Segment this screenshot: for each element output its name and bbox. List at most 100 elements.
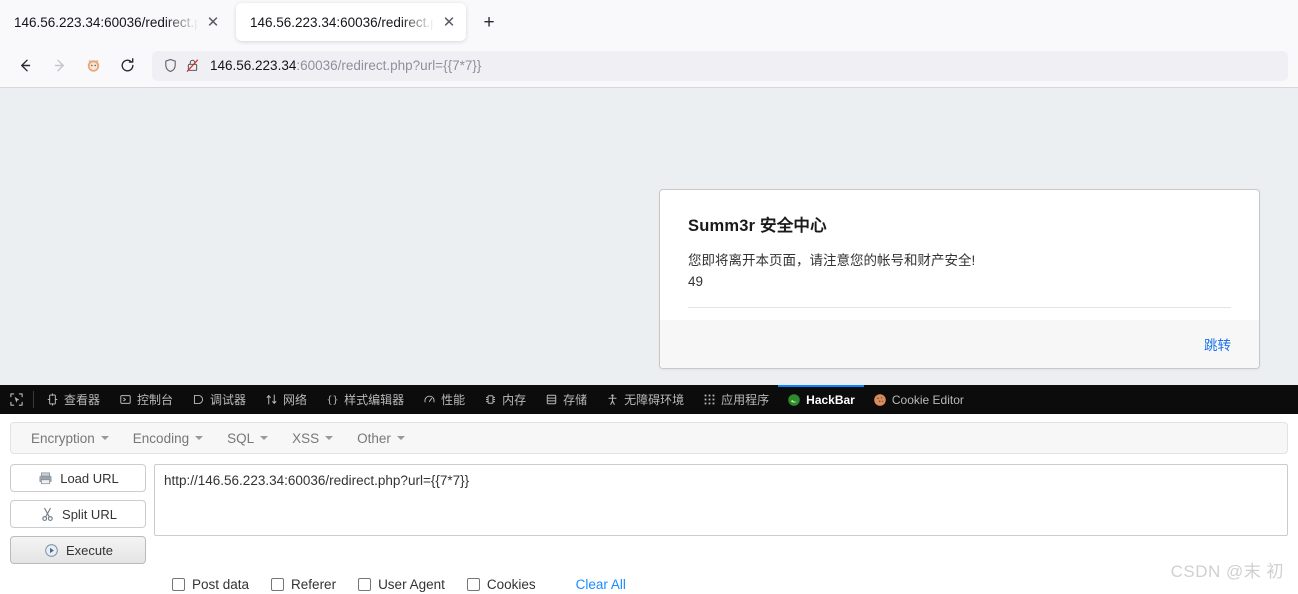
devtools-tab-debugger[interactable]: 调试器 — [182, 385, 255, 414]
split-url-button[interactable]: Split URL — [10, 500, 146, 528]
network-icon — [264, 393, 278, 407]
new-tab-button[interactable]: + — [474, 8, 504, 38]
devtools-tab-label: Cookie Editor — [891, 392, 964, 407]
svg-text:{}: {} — [326, 395, 338, 406]
chevron-down-icon — [195, 436, 204, 440]
menu-other[interactable]: Other — [345, 431, 417, 446]
address-bar[interactable]: 146.56.223.34:60036/redirect.php?url={{7… — [152, 50, 1288, 81]
security-notice-card: Summ3r 安全中心 您即将离开本页面，请注意您的帐号和财产安全! 49 跳转 — [659, 189, 1260, 369]
back-icon[interactable] — [10, 51, 40, 81]
checkbox-box[interactable] — [172, 578, 185, 591]
devtools-tab-inspector[interactable]: 查看器 — [36, 385, 109, 414]
menu-label: SQL — [227, 430, 255, 446]
button-label: Execute — [66, 542, 113, 558]
hackbar-panel: Encryption Encoding SQL XSS Other Load U… — [0, 414, 1298, 594]
devtools-tab-label: 查看器 — [64, 393, 101, 407]
url-path: :60036/redirect.php?url={{7*7}} — [296, 58, 482, 73]
checkbox-box[interactable] — [271, 578, 285, 591]
load-url-icon — [37, 470, 53, 486]
page-viewport: Summ3r 安全中心 您即将离开本页面，请注意您的帐号和财产安全! 49 跳转 — [0, 88, 1298, 385]
lock-crossed-icon[interactable] — [182, 56, 202, 76]
clear-all-link[interactable]: Clear All — [576, 577, 626, 592]
devtools-tab-label: HackBar — [806, 392, 855, 407]
devtools-tab-cookie-editor[interactable]: Cookie Editor — [864, 385, 973, 414]
devtools-tabbar: 查看器 控制台 调试器 网络 {} 样式编辑器 性能 内存 存储 无障碍环境 应… — [0, 385, 1298, 414]
devtools-tab-label: 调试器 — [210, 393, 247, 407]
tab-title: 146.56.223.34:60036/redirect.php — [250, 14, 438, 30]
close-icon[interactable]: ✕ — [204, 13, 222, 31]
devtools-tab-label: 内存 — [502, 393, 527, 407]
menu-label: Encryption — [31, 430, 95, 446]
shield-icon[interactable] — [160, 56, 180, 76]
devtools-tab-performance[interactable]: 性能 — [413, 385, 474, 414]
application-icon — [702, 393, 716, 407]
browser-tab-2[interactable]: 146.56.223.34:60036/redirect.php ✕ — [236, 3, 466, 41]
devtools-tab-accessibility[interactable]: 无障碍环境 — [596, 385, 693, 414]
devtools-tab-style-editor[interactable]: {} 样式编辑器 — [316, 385, 413, 414]
hackbar-menubar: Encryption Encoding SQL XSS Other — [10, 422, 1288, 454]
hackbar-main: Load URL Split URL Execute — [0, 454, 1298, 564]
hackbar-button-column: Load URL Split URL Execute — [10, 464, 146, 564]
menu-xss[interactable]: XSS — [280, 431, 345, 446]
devtools-tab-console[interactable]: 控制台 — [109, 385, 182, 414]
memory-icon — [483, 393, 497, 407]
button-label: Split URL — [62, 506, 117, 522]
checkbox-label: Referer — [291, 577, 337, 592]
execute-play-icon — [43, 542, 59, 558]
devtools-tab-label: 存储 — [563, 393, 588, 407]
forward-icon[interactable] — [44, 51, 74, 81]
url-text: 146.56.223.34:60036/redirect.php?url={{7… — [210, 58, 481, 73]
split-url-icon — [39, 506, 55, 522]
divider — [688, 306, 1231, 308]
jump-link[interactable]: 跳转 — [1204, 334, 1231, 354]
devtools-tab-hackbar[interactable]: HackBar — [778, 385, 864, 414]
devtools-tab-label: 无障碍环境 — [624, 393, 685, 407]
toolbar-divider — [33, 391, 34, 408]
checkbox-referer[interactable]: Referer — [271, 577, 336, 592]
performance-icon — [422, 393, 436, 407]
checkbox-user-agent[interactable]: User Agent — [358, 577, 445, 592]
checkbox-label: Cookies — [486, 577, 536, 592]
checkbox-box[interactable] — [466, 578, 480, 591]
checkbox-post-data[interactable]: Post data — [172, 577, 249, 592]
devtools-tab-memory[interactable]: 内存 — [474, 385, 535, 414]
close-icon[interactable]: ✕ — [440, 13, 458, 31]
tab-strip: 146.56.223.34:60036/redirect.php ✕ 146.5… — [0, 0, 1298, 44]
page-title: Summ3r 安全中心 — [688, 217, 827, 235]
execute-button[interactable]: Execute — [10, 536, 146, 564]
reload-icon[interactable] — [112, 51, 142, 81]
hackbar-icon — [787, 393, 801, 407]
chevron-down-icon — [325, 436, 334, 440]
menu-label: XSS — [292, 430, 320, 446]
menu-label: Encoding — [132, 430, 190, 446]
navigation-bar: 146.56.223.34:60036/redirect.php?url={{7… — [0, 44, 1298, 88]
chevron-down-icon — [260, 436, 269, 440]
devtools-tab-label: 样式编辑器 — [344, 393, 405, 407]
checkbox-box[interactable] — [358, 578, 372, 591]
menu-encryption[interactable]: Encryption — [19, 431, 121, 446]
devtools-tab-label: 应用程序 — [721, 393, 770, 407]
card-footer: 跳转 — [660, 319, 1259, 368]
checkbox-label: User Agent — [378, 577, 445, 592]
menu-encoding[interactable]: Encoding — [121, 431, 215, 446]
devtools-tab-label: 控制台 — [137, 393, 174, 407]
menu-sql[interactable]: SQL — [215, 431, 280, 446]
url-input[interactable] — [154, 464, 1288, 536]
element-picker-icon[interactable] — [4, 385, 31, 414]
browser-tab-1[interactable]: 146.56.223.34:60036/redirect.php ✕ — [0, 3, 230, 41]
card-body: Summ3r 安全中心 您即将离开本页面，请注意您的帐号和财产安全! 49 — [660, 190, 1259, 320]
devtools-tab-label: 性能 — [441, 393, 466, 407]
devtools-tab-network[interactable]: 网络 — [255, 385, 316, 414]
fox-home-icon[interactable] — [78, 51, 108, 81]
checkbox-cookies[interactable]: Cookies — [466, 577, 536, 592]
warning-message: 您即将离开本页面，请注意您的帐号和财产安全! — [688, 253, 976, 268]
devtools-tab-label: 网络 — [283, 393, 308, 407]
style-editor-icon: {} — [325, 393, 339, 407]
devtools-tab-application[interactable]: 应用程序 — [693, 385, 778, 414]
storage-icon — [544, 393, 558, 407]
load-url-button[interactable]: Load URL — [10, 464, 146, 492]
menu-label: Other — [357, 430, 391, 446]
devtools-tab-storage[interactable]: 存储 — [535, 385, 596, 414]
screenshot-root: 146.56.223.34:60036/redirect.php ✕ 146.5… — [0, 0, 1298, 594]
accessibility-icon — [605, 393, 619, 407]
